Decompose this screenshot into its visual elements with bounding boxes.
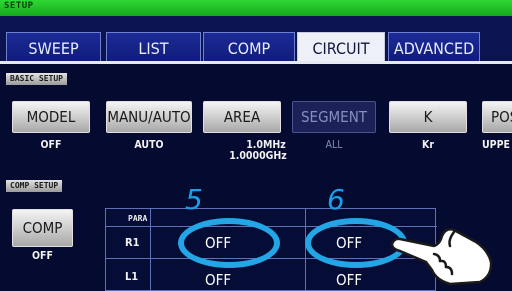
pointing-hand-icon bbox=[390, 228, 493, 286]
pos-button[interactable]: POS bbox=[482, 101, 512, 133]
comp-setup-label: COMP SETUP bbox=[6, 180, 63, 192]
segment-value: ALL bbox=[325, 139, 343, 151]
row-param-r1: R1 bbox=[125, 236, 140, 249]
area-value: 1.0MHz 1.0000GHz bbox=[203, 140, 303, 162]
model-button[interactable]: MODEL bbox=[12, 101, 90, 133]
tab-sweep[interactable]: SWEEP bbox=[6, 32, 101, 63]
step-number-6: 6 bbox=[327, 183, 345, 216]
tab-list[interactable]: LIST bbox=[106, 32, 201, 63]
comp-button[interactable]: COMP bbox=[12, 209, 73, 247]
l1-col2-value[interactable]: OFF bbox=[336, 271, 362, 289]
k-value: Kr bbox=[422, 139, 434, 151]
table-divider bbox=[150, 209, 151, 291]
tab-advanced[interactable]: ADVANCED bbox=[388, 32, 480, 63]
instrument-screen: SETUP SWEEP LIST COMP CIRCUIT ADVANCED B… bbox=[0, 0, 512, 291]
pos-value: UPPE bbox=[482, 139, 510, 151]
segment-button[interactable]: SEGMENT bbox=[292, 101, 376, 133]
screen-title: SETUP bbox=[4, 1, 34, 11]
highlight-ring bbox=[178, 218, 280, 268]
area-stop-value: 1.0000GHz bbox=[229, 150, 287, 162]
tab-underline bbox=[0, 61, 512, 64]
l1-col1-value[interactable]: OFF bbox=[205, 271, 231, 289]
k-button[interactable]: K bbox=[389, 101, 467, 133]
comp-value: OFF bbox=[32, 250, 53, 262]
tab-circuit[interactable]: CIRCUIT bbox=[297, 32, 385, 63]
basic-setup-label: BASIC SETUP bbox=[6, 73, 67, 85]
tab-bar: SWEEP LIST COMP CIRCUIT ADVANCED bbox=[0, 16, 512, 63]
step-number-5: 5 bbox=[185, 183, 203, 216]
table-header-para: PARA bbox=[128, 214, 148, 223]
table-divider bbox=[305, 209, 306, 291]
title-bar: SETUP bbox=[0, 0, 512, 16]
model-value: OFF bbox=[40, 139, 62, 151]
manu-auto-value: AUTO bbox=[134, 139, 164, 151]
manu-auto-button[interactable]: MANU/AUTO bbox=[106, 101, 192, 133]
row-param-l1: L1 bbox=[125, 270, 139, 283]
tab-comp[interactable]: COMP bbox=[203, 32, 295, 63]
area-button[interactable]: AREA bbox=[203, 101, 281, 133]
